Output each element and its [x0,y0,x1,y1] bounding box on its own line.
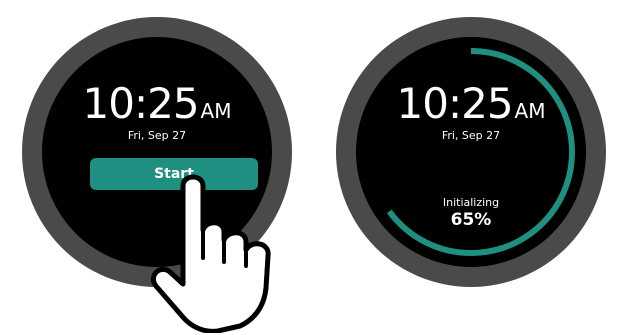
hand-pointer-icon [150,174,271,333]
time-ampm: AM [514,99,546,123]
watch-progress-screen: 10:25 AM Fri, Sep 27 Initializing 65% [356,37,586,267]
time-ampm: AM [200,99,232,123]
time-display: 10:25 AM [356,79,586,129]
watch-progress: 10:25 AM Fri, Sep 27 Initializing 65% [336,17,606,287]
date-label: Fri, Sep 27 [127,129,187,142]
time-value: 10:25 [396,79,514,128]
status-percent: 65% [450,210,492,230]
date-label: Fri, Sep 27 [441,129,501,142]
progress-ring-icon [367,48,575,256]
time-display: 10:25 AM [42,79,272,129]
status-label: Initializing [442,196,500,209]
time-value: 10:25 [82,79,200,128]
